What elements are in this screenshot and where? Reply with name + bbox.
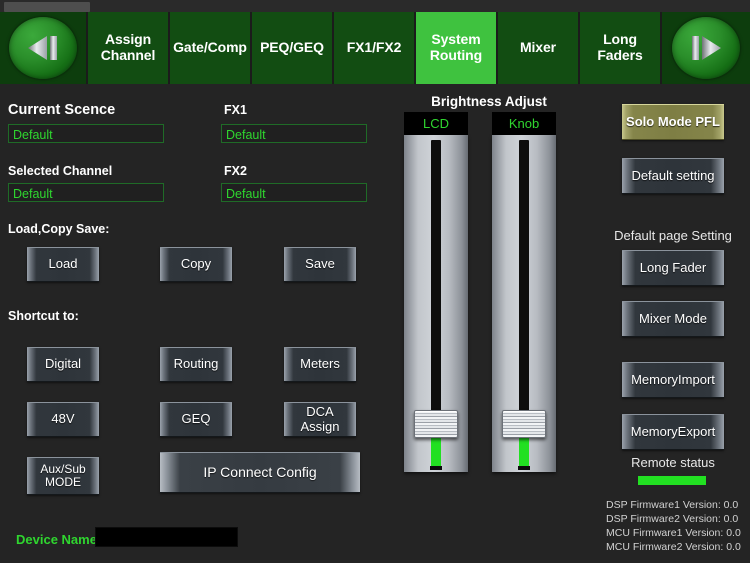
tab-label: Gate/Comp (173, 39, 247, 56)
tab-label: PEQ/GEQ (260, 39, 324, 56)
load-copy-save-label: Load,Copy Save: (8, 222, 110, 236)
memory-export-button[interactable]: MemoryExport (622, 414, 724, 450)
current-scene-label: Current Scence (8, 102, 116, 118)
remote-status-label: Remote status (631, 455, 715, 470)
knob-brightness-slider[interactable]: Knob (492, 112, 556, 472)
selected-channel-field[interactable]: Default (8, 183, 164, 202)
knob-slider-cap-label: Knob (492, 112, 556, 135)
tab-long-faders[interactable]: Long Faders (580, 12, 660, 84)
nav-next-button[interactable] (662, 12, 750, 84)
skip-back-glyph (28, 36, 57, 60)
tab-peq-geq[interactable]: PEQ/GEQ (252, 12, 332, 84)
geq-shortcut-button[interactable]: GEQ (160, 402, 232, 437)
knob-slider-handle[interactable] (502, 410, 546, 438)
tab-gate-comp[interactable]: Gate/Comp (170, 12, 250, 84)
lcd-brightness-slider[interactable]: LCD (404, 112, 468, 472)
lcd-slider-handle[interactable] (414, 410, 458, 438)
aux-sub-mode-button[interactable]: Aux/Sub MODE (27, 457, 99, 495)
lcd-slider-track[interactable] (404, 135, 468, 472)
mixer-mode-button[interactable]: Mixer Mode (622, 301, 724, 337)
lcd-slider-cap-label: LCD (404, 112, 468, 135)
ip-connect-config-button[interactable]: IP Connect Config (160, 452, 360, 493)
skip-forward-icon (672, 17, 740, 79)
brightness-adjust-title: Brightness Adjust (431, 94, 547, 109)
tab-label: System Routing (429, 31, 483, 63)
selected-channel-label: Selected Channel (8, 164, 113, 178)
tab-fx1-fx2[interactable]: FX1/FX2 (334, 12, 414, 84)
fx2-field[interactable]: Default (221, 183, 367, 202)
remote-status-indicator (638, 476, 706, 485)
fx1-label: FX1 (224, 103, 247, 117)
dca-assign-button[interactable]: DCA Assign (284, 402, 356, 437)
copy-button[interactable]: Copy (160, 247, 232, 282)
right-panel: Solo Mode PFL Default setting Default pa… (596, 84, 750, 563)
tab-label: Long Faders (597, 31, 643, 63)
knob-slider-fill (519, 433, 529, 470)
default-page-setting-label: Default page Setting (614, 228, 732, 243)
tab-label: FX1/FX2 (346, 39, 402, 56)
device-name-label: Device Name: (16, 532, 102, 547)
skip-forward-glyph (692, 36, 721, 60)
knob-slider-fill-foot (518, 466, 530, 470)
top-navigation-bar: Assign Channel Gate/Comp PEQ/GEQ FX1/FX2 … (0, 12, 750, 84)
tab-mixer[interactable]: Mixer (498, 12, 578, 84)
device-name-input[interactable] (95, 527, 238, 547)
tab-system-routing[interactable]: System Routing (416, 12, 496, 84)
brightness-panel: Brightness Adjust LCD Knob (382, 84, 596, 563)
lcd-slider-fill (431, 433, 441, 470)
knob-slider-track[interactable] (492, 135, 556, 472)
save-button[interactable]: Save (284, 247, 356, 282)
mcu-firmware1-version: MCU Firmware1 Version: 0.0 (606, 527, 741, 539)
load-button[interactable]: Load (27, 247, 99, 282)
meters-shortcut-button[interactable]: Meters (284, 347, 356, 382)
shortcut-to-label: Shortcut to: (8, 309, 79, 323)
phantom-48v-button[interactable]: 48V (27, 402, 99, 437)
default-setting-button[interactable]: Default setting (622, 158, 724, 194)
fx1-field[interactable]: Default (221, 124, 367, 143)
memory-import-button[interactable]: MemoryImport (622, 362, 724, 398)
routing-shortcut-button[interactable]: Routing (160, 347, 232, 382)
lcd-slider-groove (431, 140, 441, 438)
current-scene-field[interactable]: Default (8, 124, 164, 143)
skip-back-icon (9, 17, 77, 79)
solo-mode-pfl-button[interactable]: Solo Mode PFL (622, 104, 724, 140)
tab-label: Assign Channel (100, 31, 156, 63)
fx2-label: FX2 (224, 164, 247, 178)
lcd-slider-fill-foot (430, 466, 442, 470)
left-panel: Current Scence Default FX1 Default Selec… (0, 84, 382, 563)
window-titlebar (0, 0, 750, 12)
tab-label: Mixer (519, 39, 557, 56)
long-fader-button[interactable]: Long Fader (622, 250, 724, 286)
window-tab[interactable] (4, 2, 90, 12)
aux-sub-mode-label: Aux/Sub MODE (40, 461, 86, 489)
dca-assign-label: DCA Assign (300, 404, 340, 434)
knob-slider-groove (519, 140, 529, 438)
dsp-firmware1-version: DSP Firmware1 Version: 0.0 (606, 499, 739, 511)
nav-prev-button[interactable] (0, 12, 86, 84)
mcu-firmware2-version: MCU Firmware2 Version: 0.0 (606, 541, 741, 553)
digital-shortcut-button[interactable]: Digital (27, 347, 99, 382)
main-content: Current Scence Default FX1 Default Selec… (0, 84, 750, 563)
tab-assign-channel[interactable]: Assign Channel (88, 12, 168, 84)
system-routing-screen: Assign Channel Gate/Comp PEQ/GEQ FX1/FX2 … (0, 0, 750, 563)
dsp-firmware2-version: DSP Firmware2 Version: 0.0 (606, 513, 739, 525)
